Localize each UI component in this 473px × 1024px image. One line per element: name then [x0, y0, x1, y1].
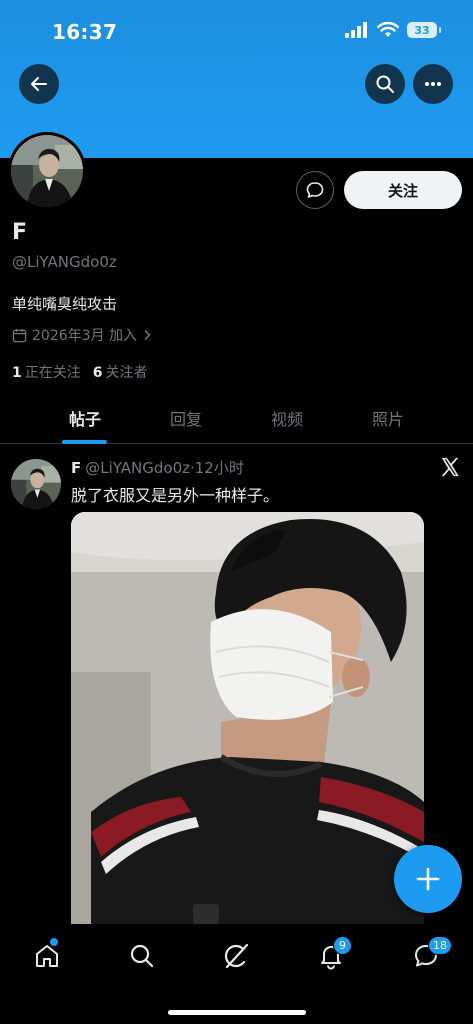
notifications-badge: 9 — [333, 936, 352, 955]
post-header: F @LiYANGdo0z·12小时 — [71, 457, 244, 478]
search-icon — [130, 944, 154, 968]
avatar-image — [11, 135, 83, 207]
nav-notifications[interactable]: 9 — [311, 936, 352, 976]
tab-photos[interactable]: 照片 — [372, 406, 404, 430]
post-image[interactable] — [71, 512, 424, 924]
compose-button[interactable] — [394, 845, 462, 913]
followers-count: 6 — [92, 365, 103, 381]
user-bio: 单纯嘴臭纯攻击 — [12, 295, 118, 313]
post-author-handle[interactable]: @LiYANGdo0z — [85, 459, 190, 477]
arrow-left-icon — [31, 77, 47, 91]
x-logo-icon — [441, 457, 459, 477]
more-horizontal-icon — [425, 82, 441, 86]
following-count: 1 — [12, 365, 22, 381]
wifi-icon — [377, 22, 399, 37]
nav-home[interactable] — [27, 936, 67, 976]
message-bubble-icon — [306, 182, 324, 198]
follow-button[interactable]: 关注 — [344, 171, 462, 209]
home-unread-dot — [50, 938, 58, 946]
display-name: F — [12, 220, 28, 245]
signal-icon — [345, 22, 367, 38]
tab-posts[interactable]: 帖子 — [69, 406, 101, 430]
status-icons: 33 — [345, 22, 441, 38]
post-time: ·12小时 — [190, 459, 244, 477]
search-button[interactable] — [365, 64, 405, 104]
nav-messages[interactable]: 18 — [406, 936, 452, 976]
join-date[interactable]: 2026年3月 加入 — [12, 325, 152, 345]
follow-stats: 1 正在关注 6 关注者 — [12, 362, 148, 382]
following-link[interactable]: 1 正在关注 — [12, 362, 81, 382]
chevron-right-icon — [144, 329, 151, 341]
tab-replies[interactable]: 回复 — [170, 406, 202, 430]
post-avatar-image — [11, 459, 61, 509]
message-button[interactable] — [296, 171, 334, 209]
search-icon — [376, 75, 394, 93]
more-button[interactable] — [413, 64, 453, 104]
home-indicator — [168, 1010, 306, 1015]
battery-icon: 33 — [407, 22, 441, 38]
back-button[interactable] — [19, 64, 59, 104]
join-date-text: 2026年3月 加入 — [32, 328, 137, 344]
following-label: 正在关注 — [24, 365, 81, 381]
bottom-nav: 9 18 — [0, 924, 473, 1024]
grok-icon — [224, 943, 249, 969]
followers-link[interactable]: 6 关注者 — [93, 362, 148, 382]
status-time: 16:37 — [52, 20, 118, 44]
messages-badge: 18 — [428, 936, 452, 955]
user-handle: @LiYANGdo0z — [12, 253, 117, 271]
followers-label: 关注者 — [105, 365, 148, 381]
photo — [71, 512, 424, 924]
tab-indicator — [62, 440, 107, 444]
post-author-name[interactable]: F — [71, 459, 81, 477]
post-text: 脱了衣服又是另外一种样子。 — [71, 486, 280, 505]
calendar-icon — [12, 328, 27, 342]
tab-videos[interactable]: 视频 — [271, 406, 303, 430]
post-avatar[interactable] — [11, 459, 61, 509]
home-icon — [36, 945, 58, 967]
plus-icon — [416, 867, 440, 891]
profile-tabs: 帖子 回复 视频 照片 — [0, 396, 473, 444]
nav-grok[interactable] — [216, 936, 256, 976]
profile-avatar[interactable] — [8, 132, 86, 210]
nav-search[interactable] — [122, 936, 162, 976]
